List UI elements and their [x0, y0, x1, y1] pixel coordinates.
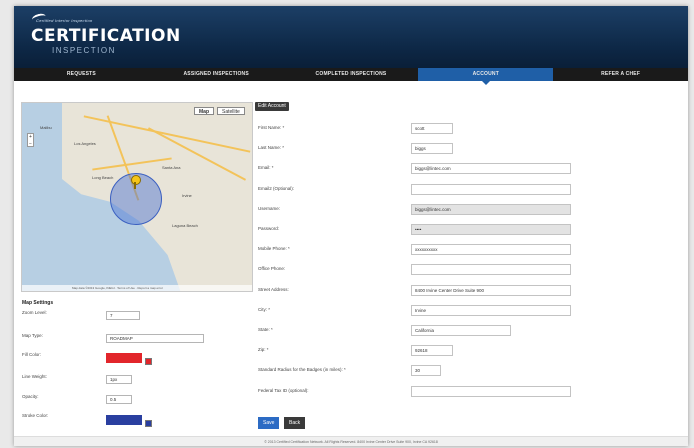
zoom-level-select[interactable]: 7 — [106, 311, 140, 320]
map-zoom-control[interactable]: + − — [27, 133, 34, 147]
field-input[interactable]: 30 — [411, 365, 441, 376]
back-button[interactable]: Back — [284, 417, 306, 429]
field-label: Street Address: — [258, 287, 289, 292]
field-label: Federal Tax ID (optional): — [258, 388, 309, 393]
tab-refer-a-chef[interactable]: REFER A CHEF — [553, 68, 688, 81]
map-city-label: Irvine — [182, 193, 192, 198]
logo-tagline: Certified Interior Inspection — [36, 18, 93, 23]
zoom-level-label: Zoom Level: — [22, 310, 47, 315]
field-label: City: * — [258, 307, 271, 312]
field-label: First Name: * — [258, 125, 285, 130]
field-label: Standard Radius for the Badges (in miles… — [258, 367, 346, 372]
map-city-label: Los Angeles — [74, 141, 96, 146]
state-select[interactable]: California — [411, 325, 511, 336]
field-input[interactable]: biggs@lintec.com — [411, 204, 571, 215]
map-settings-title: Map Settings — [22, 300, 54, 306]
field-input[interactable]: 92618 — [411, 345, 453, 356]
map-city-label: Malibu — [40, 125, 52, 130]
map-type-select[interactable]: ROADMAP — [106, 334, 204, 343]
field-input[interactable]: scott — [411, 123, 453, 134]
tab-account[interactable]: ACCOUNT — [418, 68, 554, 85]
page-footer: © 2013 Certified Certification Network. … — [14, 436, 688, 446]
field-input[interactable]: •••• — [411, 224, 571, 235]
stroke-color-swatch[interactable] — [106, 415, 142, 425]
map-type-satellite-button[interactable]: Satellite — [217, 107, 245, 115]
field-input[interactable] — [411, 264, 571, 275]
logo-subtitle: INSPECTION — [52, 46, 116, 55]
logo-title: CERTIFICATION — [31, 26, 181, 46]
zoom-in-icon[interactable]: + — [28, 134, 33, 141]
tab-requests[interactable]: REQUESTS — [14, 68, 149, 81]
field-input[interactable] — [411, 386, 571, 397]
location-pin-icon[interactable] — [130, 175, 141, 189]
field-label: Zip: * — [258, 347, 269, 352]
field-label: Username: — [258, 206, 281, 211]
line-weight-label: Line Weight: — [22, 374, 47, 379]
edit-account-button[interactable]: Edit Account — [255, 102, 289, 111]
map-type-map-button[interactable]: Map — [194, 107, 214, 115]
map-city-label: Santa Ana — [162, 165, 181, 170]
tab-completed-inspections[interactable]: COMPLETED INSPECTIONS — [284, 68, 419, 81]
save-button[interactable]: Save — [258, 417, 280, 429]
coverage-map[interactable]: Los Angeles Long Beach Santa Ana Irvine … — [21, 102, 253, 292]
opacity-select[interactable]: 0.5 — [106, 395, 132, 404]
field-input[interactable]: xxxxxxxxxx — [411, 244, 571, 255]
field-label: Last Name: * — [258, 145, 285, 150]
field-input[interactable]: biggs — [411, 143, 453, 154]
app-window: Certified Interior Inspection CERTIFICAT… — [14, 6, 688, 446]
line-weight-select[interactable]: 1px — [106, 375, 132, 384]
opacity-label: Opacity: — [22, 394, 39, 399]
stroke-color-picker-icon[interactable] — [145, 420, 152, 427]
field-label: Email2 (Optional): — [258, 186, 295, 191]
field-input[interactable]: Irvine — [411, 305, 571, 316]
map-city-label: Long Beach — [92, 175, 114, 180]
field-label: Office Phone: — [258, 266, 286, 271]
map-type-label: Map Type: — [22, 333, 43, 338]
main-nav: REQUESTS ASSIGNED INSPECTIONS COMPLETED … — [14, 68, 688, 85]
map-city-label: Laguna Beach — [172, 223, 198, 228]
fill-color-swatch[interactable] — [106, 353, 142, 363]
fill-color-label: Fill Color: — [22, 352, 42, 357]
field-label: Email: * — [258, 165, 274, 170]
field-input[interactable] — [411, 184, 571, 195]
field-input[interactable]: 8400 Irvine Center Drive Suite 900 — [411, 285, 571, 296]
stroke-color-label: Stroke Color: — [22, 413, 49, 418]
map-attribution: Map data ©2013 Google, INEGI · Terms of … — [22, 285, 252, 291]
tab-assigned-inspections[interactable]: ASSIGNED INSPECTIONS — [149, 68, 284, 81]
field-label: Mobile Phone: * — [258, 246, 290, 251]
header-banner: Certified Interior Inspection CERTIFICAT… — [14, 6, 688, 68]
field-label: State: * — [258, 327, 273, 332]
zoom-out-icon[interactable]: − — [28, 141, 33, 148]
field-label: Password: — [258, 226, 280, 231]
fill-color-picker-icon[interactable] — [145, 358, 152, 365]
field-input[interactable]: biggs@lintec.com — [411, 163, 571, 174]
